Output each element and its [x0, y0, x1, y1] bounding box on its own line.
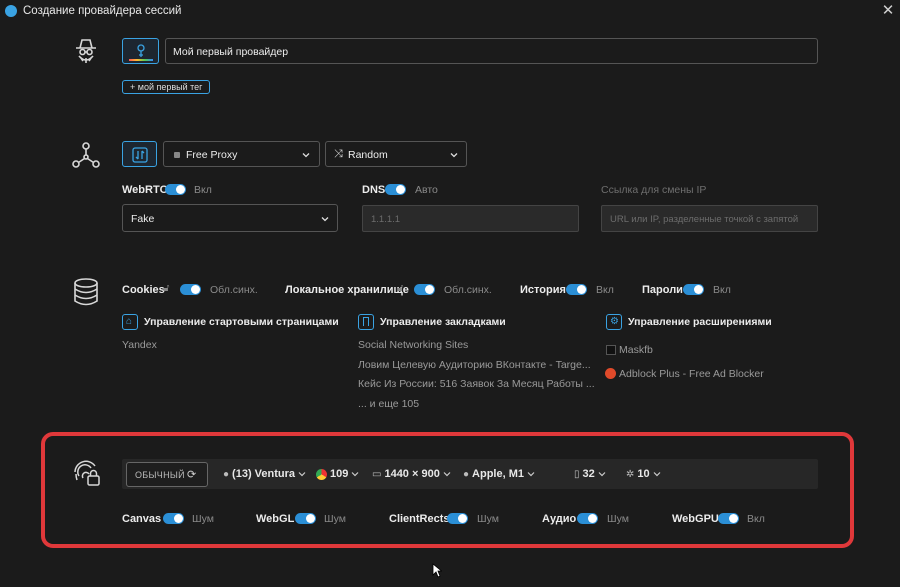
extensions-link[interactable]: ⚙︎ Управление расширениями [606, 314, 772, 330]
extension-item: Adblock Plus - Free Ad Blocker [619, 368, 764, 380]
proxy-type-value: Free Proxy [186, 149, 238, 161]
local-storage-label: Локальное хранилище [285, 284, 409, 296]
ip-change-placeholder: URL или IP, разделенные точкой с запятой [610, 214, 799, 225]
title-bar: Создание провайдера сессий ✕ [0, 0, 900, 24]
profile-name-input[interactable]: Мой первый провайдер [165, 38, 818, 64]
start-page-item: Yandex [122, 339, 157, 351]
history-state: Вкл [596, 284, 614, 296]
webrtc-value: Fake [131, 213, 155, 225]
spy-avatar-icon [70, 36, 102, 68]
puzzle-icon: ⚙︎ [606, 314, 622, 330]
highlight-frame [41, 432, 854, 548]
start-pages-link[interactable]: ⌂ Управление стартовыми страницами [122, 314, 339, 330]
cookies-label: Cookies [122, 284, 165, 296]
bookmarks-link[interactable]: Управление закладками [358, 314, 506, 330]
bookmarks-title: Управление закладками [380, 316, 506, 328]
color-strip [129, 59, 153, 61]
window-title: Создание провайдера сессий [23, 5, 182, 17]
maskfb-icon [606, 345, 616, 355]
passwords-label: Пароли [642, 284, 683, 296]
bookmark-icon [358, 314, 374, 330]
start-pages-title: Управление стартовыми страницами [144, 316, 339, 328]
add-tag-button[interactable]: + мой первый тег [122, 80, 211, 94]
extension-item: Maskfb [619, 344, 653, 356]
proxy-type-dot [174, 152, 180, 158]
dns-input[interactable]: 1.1.1.1 [362, 205, 579, 232]
extensions-title: Управление расширениями [628, 316, 772, 328]
history-toggle[interactable] [566, 284, 587, 295]
network-nodes-icon [70, 140, 102, 172]
bookmark-item: Social Networking Sites [358, 339, 469, 351]
mouse-cursor-icon [432, 563, 442, 578]
dns-state: Авто [415, 184, 438, 196]
profile-icon-button[interactable] [122, 38, 159, 64]
webrtc-state: Вкл [194, 184, 212, 196]
close-icon[interactable]: ✕ [880, 3, 896, 19]
lock-icon: 🔓︎ [397, 283, 404, 294]
chevron-down-icon [302, 153, 310, 158]
home-icon: ⌂ [122, 314, 138, 330]
profile-name-value: Мой первый провайдер [173, 46, 289, 58]
history-label: История [520, 284, 566, 296]
cookies-toggle[interactable] [180, 284, 201, 295]
webrtc-toggle[interactable] [165, 184, 186, 195]
lock-icon: 🔓︎ [163, 283, 170, 294]
webrtc-label: WebRTC [122, 184, 168, 196]
passwords-toggle[interactable] [683, 284, 704, 295]
ip-change-input[interactable]: URL или IP, разделенные точкой с запятой [601, 205, 818, 232]
dns-toggle[interactable] [385, 184, 406, 195]
dns-placeholder: 1.1.1.1 [371, 214, 401, 225]
ip-change-label: Ссылка для смены IP [601, 184, 707, 196]
adblock-icon [605, 368, 616, 379]
bookmark-item: Ловим Целевую Аудиторию ВКонтакте - Targ… [358, 359, 591, 371]
bookmark-item: Кейс Из России: 516 Заявок За Месяц Рабо… [358, 378, 595, 390]
database-icon [70, 276, 102, 308]
shuffle-icon: ⤨ [334, 148, 343, 160]
local-storage-state: Обл.синх. [444, 284, 492, 296]
proxy-mode-select[interactable]: ⤨ Random [325, 141, 467, 167]
dns-label: DNS [362, 184, 386, 196]
app-logo-icon [5, 5, 17, 17]
proxy-icon-button[interactable] [122, 141, 157, 167]
proxy-type-select[interactable]: Free Proxy [163, 141, 320, 167]
cookies-state: Обл.синх. [210, 284, 258, 296]
chevron-down-icon [450, 153, 458, 158]
local-storage-toggle[interactable] [414, 284, 435, 295]
passwords-state: Вкл [713, 284, 731, 296]
bookmark-more[interactable]: ... и еще 105 [358, 398, 419, 410]
chevron-down-icon [321, 217, 329, 222]
webrtc-select[interactable]: Fake [122, 204, 338, 232]
proxy-mode-value: Random [348, 149, 388, 161]
